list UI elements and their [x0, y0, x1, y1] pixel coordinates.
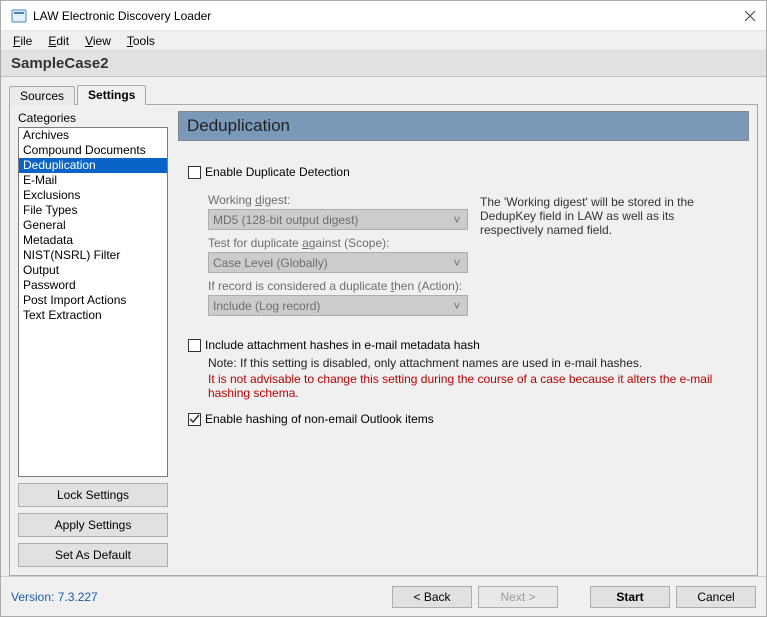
- category-item[interactable]: Post Import Actions: [19, 293, 167, 308]
- chevron-down-icon: ˅: [449, 213, 465, 227]
- chevron-down-icon: ˅: [449, 256, 465, 270]
- working-digest-label: Working digest:: [208, 193, 468, 207]
- category-item[interactable]: Archives: [19, 128, 167, 143]
- category-item[interactable]: Text Extraction: [19, 308, 167, 323]
- categories-label: Categories: [18, 111, 168, 125]
- chevron-down-icon: ˅: [449, 299, 465, 313]
- window-title: LAW Electronic Discovery Loader: [33, 9, 211, 23]
- scope-label: Test for duplicate against (Scope):: [208, 236, 468, 250]
- category-item[interactable]: Exclusions: [19, 188, 167, 203]
- category-item[interactable]: Compound Documents: [19, 143, 167, 158]
- menu-bar: File Edit View Tools: [1, 31, 766, 51]
- enable-duplicate-detection-row: Enable Duplicate Detection: [188, 165, 739, 179]
- tab-sources[interactable]: Sources: [9, 86, 75, 105]
- content-area: Sources Settings Categories ArchivesComp…: [1, 77, 766, 576]
- tabs-row: Sources Settings: [9, 83, 758, 105]
- category-item[interactable]: General: [19, 218, 167, 233]
- include-attachment-label: Include attachment hashes in e-mail meta…: [205, 338, 480, 352]
- category-item[interactable]: Deduplication: [19, 158, 167, 173]
- app-icon: [11, 8, 27, 24]
- case-name-banner: SampleCase2: [1, 51, 766, 77]
- footer-bar: Version: 7.3.227 < Back Next > Start Can…: [1, 576, 766, 616]
- categories-column: Categories ArchivesCompound DocumentsDed…: [18, 111, 168, 567]
- menu-edit[interactable]: Edit: [40, 32, 77, 50]
- include-attachment-checkbox[interactable]: [188, 339, 201, 352]
- next-button: Next >: [478, 586, 558, 608]
- tab-settings[interactable]: Settings: [77, 85, 146, 105]
- category-item[interactable]: File Types: [19, 203, 167, 218]
- settings-detail: Deduplication Enable Duplicate Detection…: [178, 111, 749, 567]
- version-label: Version: 7.3.227: [11, 590, 98, 604]
- menu-view[interactable]: View: [77, 32, 119, 50]
- enable-duplicate-detection-checkbox[interactable]: [188, 166, 201, 179]
- app-window: LAW Electronic Discovery Loader File Edi…: [0, 0, 767, 617]
- category-item[interactable]: Password: [19, 278, 167, 293]
- panel-title: Deduplication: [178, 111, 749, 141]
- category-item[interactable]: Metadata: [19, 233, 167, 248]
- category-item[interactable]: NIST(NSRL) Filter: [19, 248, 167, 263]
- enable-duplicate-detection-label: Enable Duplicate Detection: [205, 165, 350, 179]
- action-label: If record is considered a duplicate then…: [208, 279, 468, 293]
- category-item[interactable]: Output: [19, 263, 167, 278]
- action-select: Include (Log record) ˅: [208, 295, 468, 316]
- categories-list[interactable]: ArchivesCompound DocumentsDeduplicationE…: [18, 127, 168, 477]
- working-digest-hint: The 'Working digest' will be stored in t…: [480, 181, 739, 316]
- lock-settings-button[interactable]: Lock Settings: [18, 483, 168, 507]
- back-button[interactable]: < Back: [392, 586, 472, 608]
- menu-file[interactable]: File: [5, 32, 40, 50]
- working-digest-select: MD5 (128-bit output digest) ˅: [208, 209, 468, 230]
- title-bar: LAW Electronic Discovery Loader: [1, 1, 766, 31]
- enable-hashing-label: Enable hashing of non-email Outlook item…: [205, 412, 434, 426]
- attachment-note: Note: If this setting is disabled, only …: [208, 356, 739, 370]
- category-item[interactable]: E-Mail: [19, 173, 167, 188]
- attachment-warning: It is not advisable to change this setti…: [208, 372, 739, 400]
- start-button[interactable]: Start: [590, 586, 670, 608]
- include-attachment-row: Include attachment hashes in e-mail meta…: [188, 338, 739, 352]
- scope-select: Case Level (Globally) ˅: [208, 252, 468, 273]
- cancel-button[interactable]: Cancel: [676, 586, 756, 608]
- apply-settings-button[interactable]: Apply Settings: [18, 513, 168, 537]
- menu-tools[interactable]: Tools: [119, 32, 163, 50]
- enable-hashing-row: Enable hashing of non-email Outlook item…: [188, 412, 739, 426]
- close-icon[interactable]: [744, 10, 756, 22]
- enable-hashing-checkbox[interactable]: [188, 413, 201, 426]
- set-as-default-button[interactable]: Set As Default: [18, 543, 168, 567]
- settings-panel: Categories ArchivesCompound DocumentsDed…: [9, 104, 758, 576]
